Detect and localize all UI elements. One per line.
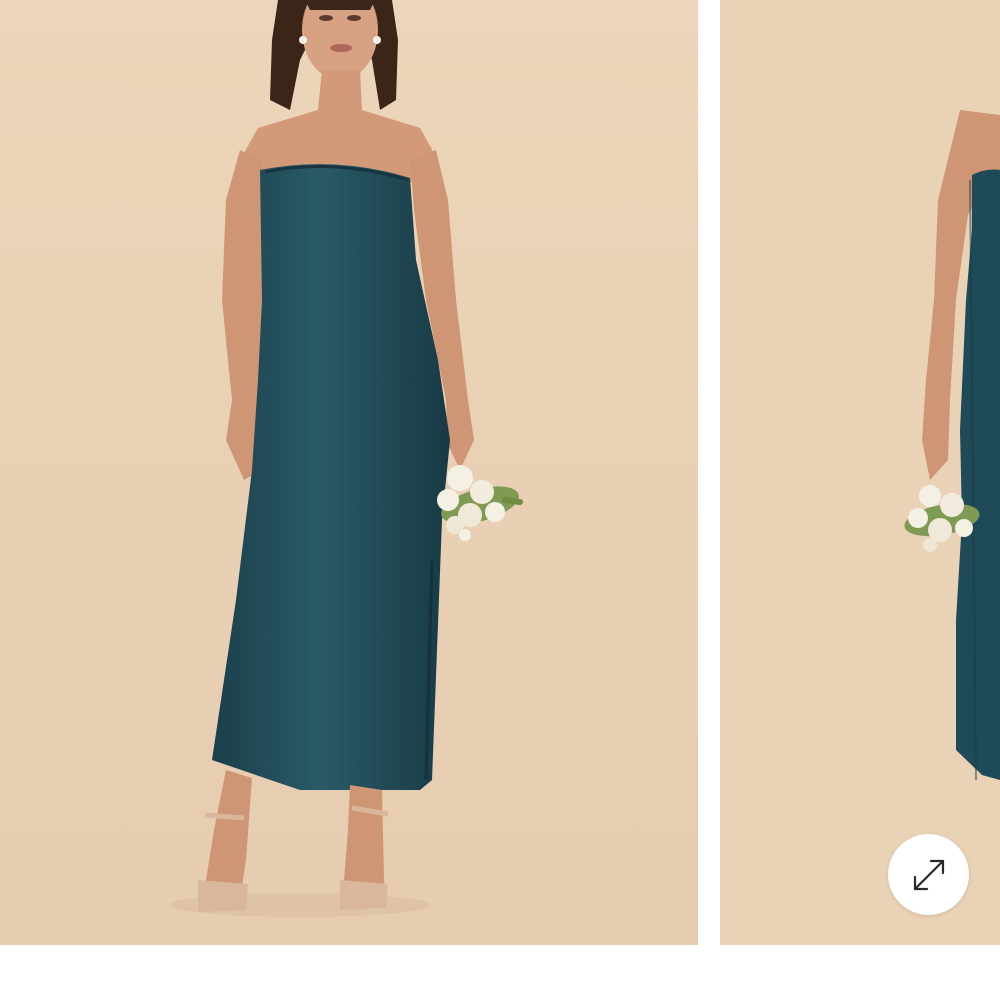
expand-arrows-icon: [913, 859, 944, 890]
expand-image-button[interactable]: [888, 834, 969, 915]
product-photo-secondary[interactable]: [720, 0, 1000, 945]
product-photo-main[interactable]: [0, 0, 698, 945]
model-photo-illustration: [0, 0, 698, 945]
product-image-gallery: [0, 0, 1000, 1000]
model-photo-illustration-2: [720, 0, 1000, 945]
